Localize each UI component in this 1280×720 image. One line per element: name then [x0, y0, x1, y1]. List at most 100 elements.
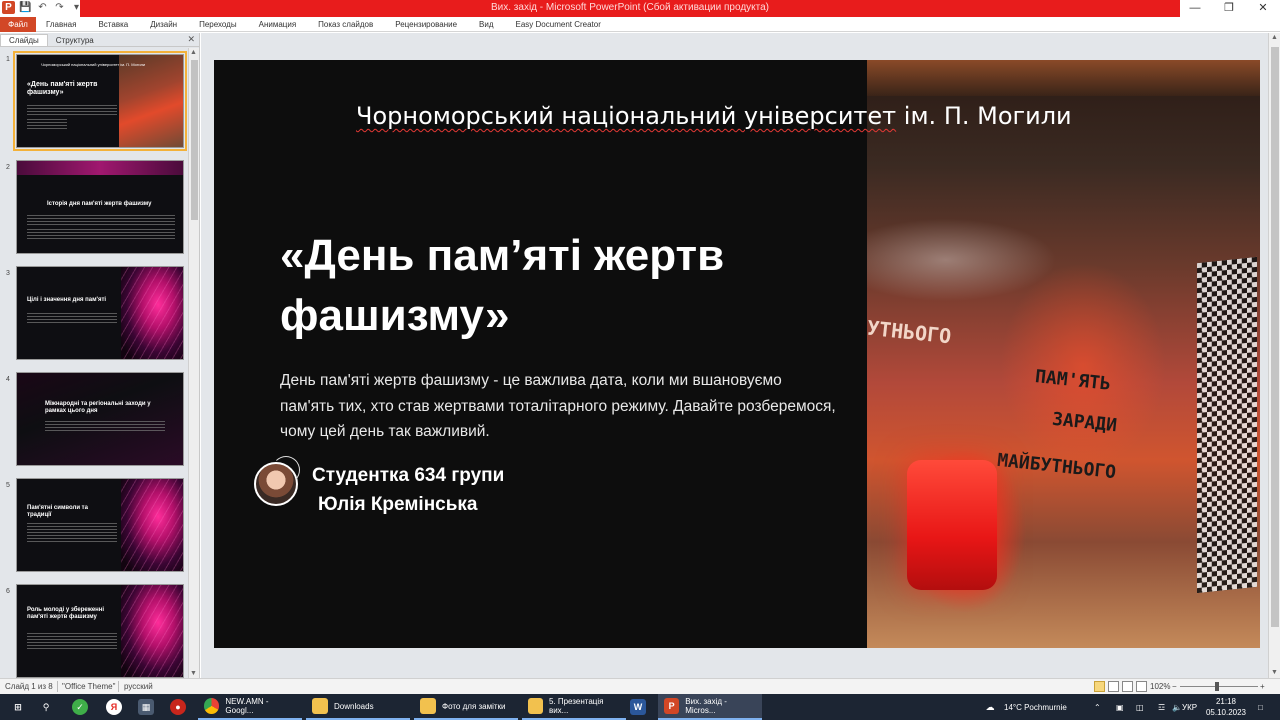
zoom-in-icon[interactable]: + — [1260, 682, 1265, 691]
zoom-out-icon[interactable]: − — [1172, 682, 1177, 691]
university-name[interactable]: Чорноморський національний університет і… — [356, 102, 1256, 130]
taskbar-app[interactable]: ✓ — [72, 694, 94, 720]
slide-body-text[interactable]: День пам'яті жертв фашизму - це важлива … — [280, 368, 840, 445]
status-bar: Слайд 1 из 8 "Office Theme" русский 102%… — [0, 678, 1280, 694]
slide-thumbnails: 1 Чорноморський національний університет… — [0, 48, 188, 678]
minimize-icon[interactable]: — — [1178, 0, 1212, 17]
tab-review[interactable]: Рецензирование — [389, 17, 473, 32]
folder-icon — [420, 698, 436, 714]
save-icon[interactable]: 💾 — [19, 1, 32, 14]
thumbnail-art — [121, 479, 183, 571]
slide-title-line: фашизму» — [280, 291, 510, 340]
close-pane-icon[interactable]: ✕ — [187, 34, 195, 45]
thumbnail-title: «День пам'яті жертв фашизму» — [27, 81, 98, 96]
system-clock[interactable]: 21:18 05.10.2023 — [1206, 696, 1246, 718]
ribbon-tabs: Файл Главная Вставка Дизайн Переходы Ани… — [0, 16, 1280, 32]
slide-canvas[interactable]: УТНЬОГО ПАМ'ЯТЬ ЗАРАДИ МАЙБУТНЬОГО Чорно… — [214, 60, 1260, 648]
input-language[interactable]: УКР — [1182, 694, 1197, 720]
tray-app-icon[interactable]: ▣ — [1116, 694, 1124, 720]
slide-thumbnail-2[interactable]: Історія дня пам'яті жертв фашизму — [16, 160, 184, 254]
close-icon[interactable]: ✕ — [1246, 0, 1280, 17]
zoom-level[interactable]: 102% — [1150, 682, 1170, 691]
avatar-ring — [272, 456, 300, 484]
clock-time: 21:18 — [1215, 697, 1236, 706]
thumbnails-scrollbar[interactable]: ▲ ▼ — [188, 48, 199, 678]
thumbnail-text-lines — [27, 523, 117, 543]
thumbnail-title: Роль молоді у збереженні пам'яті жертв ф… — [27, 607, 105, 620]
photo-candle — [907, 460, 997, 590]
slide-sorter-icon[interactable] — [1108, 681, 1119, 692]
start-button[interactable]: ⊞ — [10, 694, 32, 720]
slide-number: 3 — [6, 270, 10, 277]
scroll-down-icon[interactable]: ▼ — [190, 670, 197, 677]
tab-slideshow[interactable]: Показ слайдов — [312, 17, 389, 32]
tab-slides[interactable]: Слайды — [0, 34, 48, 46]
slide-thumbnail-3[interactable]: Цілі і значення дня пам'яті — [16, 266, 184, 360]
taskbar-downloads[interactable]: Downloads — [306, 694, 410, 720]
thumbnail-text-lines — [27, 215, 175, 225]
notifications-icon[interactable]: □ — [1258, 694, 1263, 720]
redo-icon[interactable]: ↷ — [53, 1, 66, 14]
taskbar-word[interactable]: W — [630, 694, 652, 720]
slide-thumbnail-4[interactable]: Міжнародні та регіональні заходи у рамка… — [16, 372, 184, 466]
slide-number: 1 — [6, 56, 10, 63]
weather-widget[interactable]: ☁ 14°C Pochmurnie — [982, 694, 1067, 720]
zoom-slider[interactable] — [1180, 686, 1258, 687]
volume-icon[interactable]: 🔈 — [1172, 694, 1182, 720]
theme-name[interactable]: "Office Theme" — [62, 682, 115, 691]
author-name: Юлія Кремінська — [318, 494, 478, 515]
normal-view-icon[interactable] — [1094, 681, 1105, 692]
taskbar-app[interactable]: Я — [106, 694, 128, 720]
tray-app-icon[interactable]: ◫ — [1136, 694, 1144, 720]
taskbar-app[interactable]: ● — [170, 694, 192, 720]
folder-icon — [312, 698, 328, 714]
scroll-up-icon[interactable]: ▲ — [1271, 34, 1278, 41]
undo-icon[interactable]: ↶ — [36, 1, 49, 14]
tray-chevron-icon[interactable]: ⌃ — [1094, 694, 1101, 720]
zoom-slider-thumb[interactable] — [1215, 682, 1219, 691]
powerpoint-icon: P — [664, 698, 680, 714]
tab-outline[interactable]: Структура — [48, 35, 102, 46]
author-block[interactable]: Студентка 634 групи Юлія Кремінська — [312, 461, 504, 519]
slide-thumbnail-6[interactable]: Роль молоді у збереженні пам'яті жертв ф… — [16, 584, 184, 678]
network-icon[interactable]: ☲ — [1158, 694, 1165, 720]
tab-animation[interactable]: Анимация — [253, 17, 313, 32]
taskbar-folder[interactable]: 5. Презентація вих... — [522, 694, 626, 720]
scrollbar-thumb[interactable] — [1271, 47, 1279, 627]
word-icon: W — [630, 699, 646, 715]
reading-view-icon[interactable] — [1122, 681, 1133, 692]
photo-text: УТНЬОГО — [865, 315, 953, 349]
chrome-icon — [204, 698, 220, 714]
slideshow-view-icon[interactable] — [1136, 681, 1147, 692]
editor-scrollbar[interactable]: ▲ ▼ — [1268, 33, 1280, 678]
clock-date: 05.10.2023 — [1205, 708, 1246, 717]
weather-text: 14°C Pochmurnie — [1004, 702, 1067, 712]
search-button[interactable]: ⚲ — [38, 694, 60, 720]
taskbar-folder[interactable]: Фото для замітки — [414, 694, 518, 720]
slide-title[interactable]: «День пам’яті жертв фашизму» — [280, 226, 840, 346]
tab-home[interactable]: Главная — [40, 17, 92, 32]
slide-title-line: «День пам’яті жертв — [280, 231, 725, 280]
scroll-down-icon[interactable]: ▼ — [1271, 669, 1278, 676]
tab-design[interactable]: Дизайн — [144, 17, 193, 32]
taskbar-app[interactable]: ▦ — [138, 694, 160, 720]
tab-transitions[interactable]: Переходы — [193, 17, 253, 32]
tab-view[interactable]: Вид — [473, 17, 509, 32]
windows-logo-icon: ⊞ — [14, 702, 22, 712]
taskbar-chrome[interactable]: NEW.AMN - Googl... — [198, 694, 302, 720]
restore-icon[interactable]: ❐ — [1212, 0, 1246, 17]
slide-thumbnail-5[interactable]: Пам'ятні символи та традиції — [16, 478, 184, 572]
search-icon: ⚲ — [42, 702, 50, 712]
scroll-up-icon[interactable]: ▲ — [190, 49, 197, 56]
tab-file[interactable]: Файл — [0, 16, 36, 32]
tab-easy-document-creator[interactable]: Easy Document Creator — [510, 17, 617, 32]
tab-insert[interactable]: Вставка — [92, 17, 144, 32]
thumbnail-text-lines — [27, 105, 117, 115]
slide-thumbnail-1[interactable]: Чорноморський національний університет і… — [13, 51, 187, 151]
pane-tabs: Слайды Структура ✕ — [0, 33, 199, 47]
divider — [118, 681, 119, 692]
scrollbar-thumb[interactable] — [191, 60, 198, 220]
language[interactable]: русский — [124, 682, 153, 691]
slide-editor: УТНЬОГО ПАМ'ЯТЬ ЗАРАДИ МАЙБУТНЬОГО Чорно… — [201, 33, 1280, 678]
taskbar-powerpoint[interactable]: P Вих. захід - Micros... — [658, 694, 762, 720]
